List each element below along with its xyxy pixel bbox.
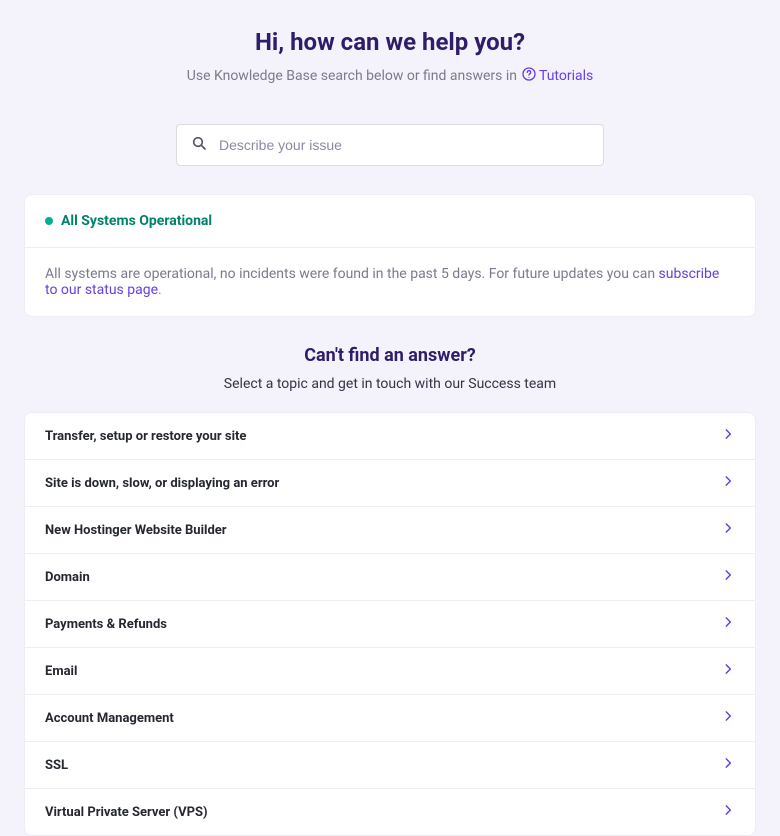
search-icon bbox=[191, 135, 219, 155]
topic-item[interactable]: Virtual Private Server (VPS) bbox=[25, 789, 755, 835]
subtitle-text: Use Knowledge Base search below or find … bbox=[187, 68, 517, 84]
status-text: All systems are operational, no incident… bbox=[45, 266, 659, 282]
status-text-suffix: . bbox=[158, 282, 162, 298]
status-card: All Systems Operational All systems are … bbox=[24, 194, 756, 317]
topic-item[interactable]: Transfer, setup or restore your site bbox=[25, 413, 755, 460]
search-input[interactable] bbox=[219, 137, 589, 153]
topic-item[interactable]: Account Management bbox=[25, 695, 755, 742]
chevron-right-icon bbox=[721, 756, 735, 774]
status-title: All Systems Operational bbox=[61, 213, 212, 229]
status-dot-icon bbox=[45, 217, 53, 225]
search-box[interactable] bbox=[176, 124, 604, 166]
page-subtitle: Use Knowledge Base search below or find … bbox=[24, 66, 756, 86]
tutorials-link[interactable]: Tutorials bbox=[521, 66, 593, 86]
topic-list: Transfer, setup or restore your site Site… bbox=[24, 412, 756, 836]
cant-find-subtitle: Select a topic and get in touch with our… bbox=[24, 376, 756, 392]
topic-item[interactable]: Domain bbox=[25, 554, 755, 601]
topic-label: Site is down, slow, or displaying an err… bbox=[45, 476, 279, 491]
chevron-right-icon bbox=[721, 568, 735, 586]
topic-item[interactable]: New Hostinger Website Builder bbox=[25, 507, 755, 554]
chevron-right-icon bbox=[721, 521, 735, 539]
cant-find-header: Can't find an answer? Select a topic and… bbox=[24, 345, 756, 392]
status-body: All systems are operational, no incident… bbox=[25, 248, 755, 316]
chevron-right-icon bbox=[721, 662, 735, 680]
topic-label: Domain bbox=[45, 570, 90, 585]
topic-item[interactable]: Site is down, slow, or displaying an err… bbox=[25, 460, 755, 507]
topic-label: Virtual Private Server (VPS) bbox=[45, 805, 208, 820]
topic-label: Transfer, setup or restore your site bbox=[45, 429, 246, 444]
status-header: All Systems Operational bbox=[25, 195, 755, 248]
chevron-right-icon bbox=[721, 709, 735, 727]
topic-label: Email bbox=[45, 664, 77, 679]
topic-label: SSL bbox=[45, 758, 68, 773]
topic-label: New Hostinger Website Builder bbox=[45, 523, 227, 538]
chevron-right-icon bbox=[721, 427, 735, 445]
question-circle-icon bbox=[521, 66, 537, 86]
topic-item[interactable]: Email bbox=[25, 648, 755, 695]
topic-label: Account Management bbox=[45, 711, 174, 726]
topic-label: Payments & Refunds bbox=[45, 617, 167, 632]
chevron-right-icon bbox=[721, 803, 735, 821]
chevron-right-icon bbox=[721, 474, 735, 492]
help-header: Hi, how can we help you? Use Knowledge B… bbox=[24, 0, 756, 86]
cant-find-title: Can't find an answer? bbox=[24, 345, 756, 366]
topic-item[interactable]: Payments & Refunds bbox=[25, 601, 755, 648]
topic-item[interactable]: SSL bbox=[25, 742, 755, 789]
page-title: Hi, how can we help you? bbox=[24, 28, 756, 56]
chevron-right-icon bbox=[721, 615, 735, 633]
tutorials-label: Tutorials bbox=[539, 68, 593, 84]
